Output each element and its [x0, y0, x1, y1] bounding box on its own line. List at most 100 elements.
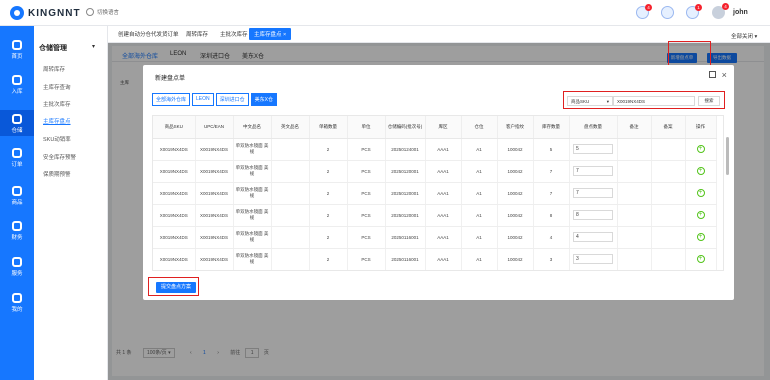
table-cell: A1: [461, 138, 498, 161]
column-header: 单位: [347, 116, 386, 139]
search-input[interactable]: X0019NX4DS: [613, 96, 695, 106]
vertical-scrollbar[interactable]: [726, 137, 729, 175]
table-cell: X0019NX4DS: [153, 226, 196, 249]
segment-item[interactable]: 深圳进口仓: [215, 93, 249, 106]
segment-item-active[interactable]: 美东X仓: [250, 93, 277, 106]
table-cell: +: [685, 204, 717, 227]
page-tab[interactable]: 创建自动分仓代发货订单: [118, 30, 179, 38]
add-icon[interactable]: +: [696, 233, 705, 241]
close-all-tabs[interactable]: 全部关闭 ▾: [731, 32, 757, 40]
sidebar-item-inbound[interactable]: 入库: [0, 75, 34, 95]
caret-down-icon[interactable]: ▾: [92, 43, 95, 50]
sidebar-item-label: 商品: [11, 200, 23, 206]
page-tab[interactable]: 主批次库存: [220, 30, 248, 38]
add-icon[interactable]: +: [696, 167, 705, 175]
avatar[interactable]: 4: [712, 3, 729, 19]
count-quantity-input[interactable]: 4: [573, 232, 613, 242]
table-cell: [617, 138, 652, 161]
sidebar-item-label: 首页: [11, 54, 23, 60]
table-cell: [617, 204, 652, 227]
message-icon[interactable]: [661, 6, 674, 19]
table-cell: [617, 182, 652, 205]
table-cell: [651, 204, 686, 227]
select-value: 商品SKU: [571, 99, 590, 104]
count-quantity-input[interactable]: 5: [573, 144, 613, 154]
subnav-item[interactable]: 安全库存预警: [43, 153, 76, 161]
table-cell: X0019NX4DS: [195, 182, 234, 205]
table-cell: X0019NX4DS: [153, 248, 196, 270]
add-icon[interactable]: +: [696, 145, 705, 153]
subnav-item[interactable]: 周转库存: [43, 65, 65, 73]
count-quantity-input[interactable]: 8: [573, 210, 613, 220]
add-icon[interactable]: +: [696, 189, 705, 197]
close-icon[interactable]: ×: [283, 32, 286, 38]
table-cell: PCS: [347, 248, 386, 270]
subnav-item[interactable]: 保质期预警: [43, 170, 71, 178]
finance-icon: [12, 221, 22, 231]
segment-item[interactable]: LEON: [192, 93, 214, 106]
column-header: 仓位: [461, 116, 498, 139]
table-cell: A1: [461, 182, 498, 205]
table-cell: [271, 182, 310, 205]
submit-plan-button[interactable]: 提交盘点方案: [156, 282, 196, 293]
sidebar: 首页 入库 仓储 订单 商品 财务 服务 我的: [0, 26, 34, 380]
table-cell: 单双防水镜面 美规: [233, 138, 272, 161]
table-cell: 5: [569, 138, 618, 161]
table-cell: [651, 182, 686, 205]
warehouse-icon: [12, 114, 22, 124]
language-switch[interactable]: 切换语言: [86, 8, 119, 16]
subnav-item[interactable]: SKU动销率: [43, 135, 71, 143]
avatar-badge: 4: [722, 3, 729, 10]
page-tab[interactable]: 周转库存: [186, 30, 208, 38]
column-header: 备注: [617, 116, 652, 139]
table-cell: [651, 248, 686, 270]
table-cell: X0019NX4DS: [153, 138, 196, 161]
bell-icon[interactable]: 4: [636, 4, 652, 19]
table-cell: X0019NX4DS: [195, 204, 234, 227]
count-quantity-input[interactable]: 7: [573, 188, 613, 198]
sidebar-item-warehouse[interactable]: 仓储: [0, 110, 34, 136]
subnav-item[interactable]: 主库存查询: [43, 83, 71, 91]
table-cell: 7: [533, 160, 570, 183]
segment-item[interactable]: 全部海外仓库: [152, 93, 191, 106]
add-icon[interactable]: +: [696, 255, 705, 263]
maximize-icon[interactable]: [709, 71, 716, 78]
logo[interactable]: KINGNNT: [10, 6, 81, 20]
service-icon: [12, 257, 22, 267]
chat-icon[interactable]: 1: [686, 4, 702, 19]
logo-icon: [10, 6, 24, 20]
table-cell: PCS: [347, 160, 386, 183]
user-name[interactable]: john: [733, 9, 748, 16]
sidebar-item-home[interactable]: 首页: [0, 40, 34, 60]
table-cell: [569, 270, 617, 271]
count-quantity-input[interactable]: 7: [573, 166, 613, 176]
sidebar-item-finance[interactable]: 财务: [0, 221, 34, 241]
table-cell: A1: [461, 204, 498, 227]
table-cell: X0019NX4DS: [153, 270, 195, 271]
sidebar-item-order[interactable]: 订单: [0, 148, 34, 168]
sidebar-item-mine[interactable]: 我的: [0, 293, 34, 313]
search-button[interactable]: 搜索: [698, 96, 720, 106]
table-header-row: 商品SKU UPC/EAN 中文品名 英文品名 单箱数量 单位 仓储编码(批次号) 库区 仓位客…: [153, 116, 717, 139]
table-cell: 4: [533, 226, 570, 249]
table-cell: 100042: [497, 138, 534, 161]
table-cell: 单双防水镜面 美规: [233, 182, 272, 205]
subnav-item-active[interactable]: 主库存盘点: [43, 117, 71, 125]
count-quantity-input[interactable]: 3: [573, 254, 613, 264]
language-label: 切换语言: [97, 10, 120, 16]
search-field-select[interactable]: 商品SKU ▾: [567, 96, 613, 106]
sidebar-item-goods[interactable]: 商品: [0, 186, 34, 206]
column-header: 单箱数量: [309, 116, 348, 139]
table-cell: PCS: [347, 226, 386, 249]
table-cell: 100042: [497, 226, 534, 249]
inbound-icon: [12, 75, 22, 85]
close-icon[interactable]: ×: [722, 70, 727, 80]
add-icon[interactable]: +: [696, 211, 705, 219]
table-cell: 100042: [497, 248, 534, 270]
subnav-item[interactable]: 主批次库存: [43, 100, 71, 108]
page-tab-active[interactable]: 主库存盘点 ×: [249, 28, 292, 40]
sidebar-item-service[interactable]: 服务: [0, 257, 34, 277]
table-cell: PCS: [347, 204, 386, 227]
table-cell: 2: [309, 182, 348, 205]
chat-badge: 1: [695, 4, 702, 11]
